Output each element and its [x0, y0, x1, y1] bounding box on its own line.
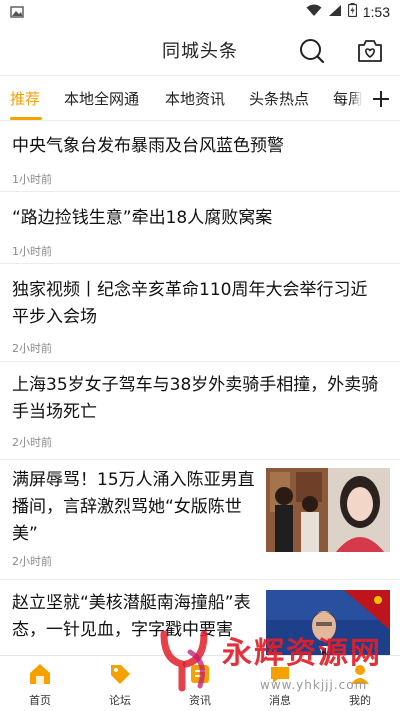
news-thumbnail: [266, 468, 390, 552]
news-item[interactable]: 上海35岁女子驾车与38岁外卖骑手相撞，外卖骑 手当场死亡 2小时前: [0, 362, 400, 460]
news-list: 中央气象台发布暴雨及台风蓝色预警 1小时前 “路边捡钱生意”牵出18人腐败窝案 …: [0, 122, 400, 655]
nav-label: 消息: [269, 694, 291, 707]
news-time: 2小时前: [12, 436, 52, 449]
news-title-line: “路边捡钱生意”牵出18人腐败窝案: [12, 208, 273, 228]
tag-icon: [111, 665, 130, 684]
image-icon: [10, 3, 24, 22]
tab-headline-hot[interactable]: 头条热点: [249, 77, 309, 120]
nav-label: 资讯: [189, 694, 211, 707]
add-channel-button[interactable]: [362, 77, 400, 120]
news-title: 赵立坚就“美核潜艇南海撞船”表 态，一针见血，字字戳中要害: [12, 590, 262, 644]
home-icon: [30, 664, 50, 684]
status-time: 1:53: [362, 4, 390, 20]
message-icon: [271, 667, 289, 683]
tab-strip: 推荐 本地全网通 本地资讯 头条热点 每周: [0, 77, 362, 120]
news-title-line: 上海35岁女子驾车与38岁外卖骑手相撞，外卖骑: [12, 375, 379, 395]
news-time: 1小时前: [12, 245, 52, 258]
nav-messages[interactable]: 消息: [240, 656, 320, 711]
status-bar: 1:53: [0, 0, 400, 24]
nav-label: 首页: [29, 694, 51, 707]
app-header: 同城头条: [0, 24, 400, 76]
news-title: 独家视频丨纪念辛亥革命110周年大会举行习近 平步入会场: [12, 277, 392, 331]
news-title: 上海35岁女子驾车与38岁外卖骑手相撞，外卖骑 手当场死亡: [12, 372, 392, 426]
news-item[interactable]: 中央气象台发布暴雨及台风蓝色预警 1小时前: [0, 122, 400, 192]
news-item[interactable]: 独家视频丨纪念辛亥革命110周年大会举行习近 平步入会场 2小时前: [0, 264, 400, 362]
nav-label: 我的: [349, 694, 371, 707]
tab-local-network[interactable]: 本地全网通: [64, 77, 139, 120]
signal-icon: [328, 4, 342, 21]
news-title-line: 平步入会场: [12, 307, 97, 327]
news-title-line: 满屏辱骂！15万人涌入陈亚男直: [12, 470, 255, 490]
plus-icon: [373, 91, 389, 107]
news-title-line: 手当场死亡: [12, 402, 97, 422]
news-time: 1小时前: [12, 173, 52, 186]
news-time: 2小时前: [12, 555, 52, 568]
news-item[interactable]: “路边捡钱生意”牵出18人腐败窝案 1小时前: [0, 192, 400, 264]
news-item[interactable]: 赵立坚就“美核潜艇南海撞船”表 态，一针见血，字字戳中要害: [0, 580, 400, 655]
nav-news[interactable]: 资讯: [160, 656, 240, 711]
active-tab-indicator: [10, 117, 42, 120]
favorites-button[interactable]: [355, 36, 385, 66]
news-title: 满屏辱骂！15万人涌入陈亚男直 播间，言辞激烈骂她“女版陈世 美”: [12, 467, 262, 548]
news-title-line: 播间，言辞激烈骂她“女版陈世: [12, 497, 242, 517]
news-icon: [191, 665, 209, 683]
news-title-line: 美”: [12, 524, 38, 544]
page-title: 同城头条: [162, 40, 238, 62]
news-time: 2小时前: [12, 342, 52, 355]
news-title-line: 赵立坚就“美核潜艇南海撞船”表: [12, 593, 251, 613]
news-title-line: 独家视频丨纪念辛亥革命110周年大会举行习近: [12, 280, 368, 300]
nav-label: 论坛: [109, 694, 131, 707]
nav-forum[interactable]: 论坛: [80, 656, 160, 711]
news-title: “路边捡钱生意”牵出18人腐败窝案: [12, 205, 392, 232]
nav-profile[interactable]: 我的: [320, 656, 400, 711]
favorites-icon: [358, 40, 382, 62]
news-item[interactable]: 满屏辱骂！15万人涌入陈亚男直 播间，言辞激烈骂她“女版陈世 美” 2小时前: [0, 460, 400, 580]
tab-recommended[interactable]: 推荐: [10, 77, 40, 120]
nav-home[interactable]: 首页: [0, 656, 80, 711]
news-thumbnail: [266, 590, 390, 655]
search-icon: [300, 39, 325, 64]
news-title-line: 态，一针见血，字字戳中要害: [12, 620, 233, 640]
news-title-line: 中央气象台发布暴雨及台风蓝色预警: [12, 136, 284, 156]
tab-weekly[interactable]: 每周: [333, 77, 362, 120]
news-title: 中央气象台发布暴雨及台风蓝色预警: [12, 133, 392, 160]
bottom-navigation: 首页 论坛 资讯 消息 我的: [0, 655, 400, 711]
tab-local-news[interactable]: 本地资讯: [165, 77, 225, 120]
category-tabs: 推荐 本地全网通 本地资讯 头条热点 每周: [0, 77, 400, 121]
search-button[interactable]: [297, 36, 327, 66]
wifi-icon: [306, 4, 322, 21]
profile-icon: [351, 665, 369, 684]
battery-icon: [347, 3, 357, 21]
